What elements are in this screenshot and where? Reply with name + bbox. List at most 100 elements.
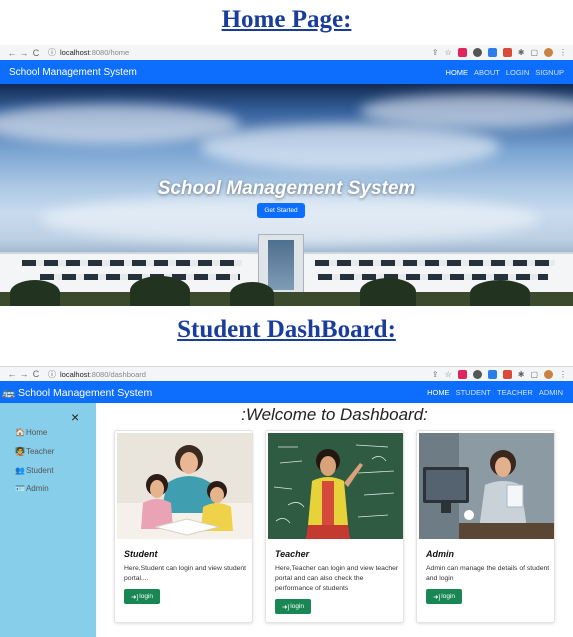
sidebar-item-label: Admin: [25, 484, 49, 493]
card-title: Admin: [426, 549, 454, 559]
hero-title: School Management System: [157, 178, 416, 199]
nav-link-student[interactable]: STUDENT: [456, 388, 491, 397]
puzzle-icon[interactable]: ✱: [518, 48, 525, 57]
navbar-brand[interactable]: School Management System: [9, 67, 137, 78]
palm-tree: [470, 280, 530, 306]
bus-icon: 🚌: [2, 386, 16, 399]
dashboard-heading: Student DashBoard:: [177, 316, 396, 343]
nav-link-signup[interactable]: SIGNUP: [535, 68, 564, 77]
nav-link-teacher[interactable]: TEACHER: [497, 388, 533, 397]
login-icon: ➜]: [131, 593, 139, 601]
palm-tree: [360, 278, 416, 306]
extension-icon[interactable]: [487, 369, 497, 379]
url-host: localhost: [60, 48, 90, 57]
sidebar-item-admin[interactable]: 🪪 Admin: [15, 484, 49, 493]
nav-link-login[interactable]: LOGIN: [506, 68, 529, 77]
extension-icon[interactable]: [472, 369, 482, 379]
extension-icon[interactable]: [487, 48, 497, 57]
sidebar: × 🏠 Home 🧑‍🏫 Teacher 👥 Student 🪪 Admin: [0, 403, 96, 637]
reload-icon[interactable]: C: [30, 369, 42, 379]
extension-icon[interactable]: [457, 369, 467, 379]
id-card-icon: 🪪: [15, 484, 25, 493]
navbar-brand-label: School Management System: [18, 386, 153, 399]
forward-icon[interactable]: →: [18, 48, 30, 58]
menu-dots-icon[interactable]: ⋮: [559, 370, 567, 379]
extension-icon[interactable]: [502, 48, 512, 57]
navbar-brand[interactable]: 🚌 School Management System: [2, 386, 152, 399]
extension-icon[interactable]: [502, 369, 512, 379]
menu-dots-icon[interactable]: ⋮: [559, 48, 567, 57]
bookmark-star-icon[interactable]: ☆: [445, 48, 452, 57]
card-title: Student: [124, 549, 158, 559]
extension-icon[interactable]: [457, 48, 467, 57]
site-info-icon[interactable]: ⓘ: [48, 47, 56, 58]
welcome-heading: :Welcome to Dashboard:: [241, 405, 428, 424]
student-login-button[interactable]: ➜] login: [124, 589, 160, 604]
card-text: Here,Student can login and view student …: [124, 565, 247, 582]
share-icon[interactable]: ⇪: [432, 370, 439, 379]
admin-card-image: [419, 433, 554, 539]
tower-glass: [268, 240, 294, 290]
sidebar-item-student[interactable]: 👥 Student: [15, 466, 54, 475]
profile-avatar-icon[interactable]: [544, 369, 553, 379]
login-icon: ➜]: [282, 603, 290, 611]
sidebar-item-home[interactable]: 🏠 Home: [15, 428, 47, 437]
address-bar[interactable]: ⓘ localhost:8080/dashboard: [48, 369, 146, 380]
sidebar-item-label: Student: [25, 466, 54, 475]
sidepanel-icon[interactable]: ▢: [530, 370, 538, 379]
card-title: Teacher: [275, 549, 310, 559]
sidepanel-icon[interactable]: ▢: [530, 48, 538, 57]
teacher-card-image: [268, 433, 403, 539]
login-label: login: [139, 593, 153, 600]
users-icon: 👥: [15, 466, 25, 475]
palm-tree: [130, 276, 190, 306]
share-icon[interactable]: ⇪: [432, 48, 439, 57]
student-card-image: [117, 433, 252, 539]
puzzle-icon[interactable]: ✱: [518, 370, 525, 379]
back-icon[interactable]: ←: [6, 48, 18, 58]
profile-avatar-icon[interactable]: [544, 48, 553, 57]
close-icon[interactable]: ×: [71, 409, 79, 425]
building-wing: [300, 252, 573, 292]
home-navbar: School Management System HOME ABOUT LOGI…: [0, 60, 573, 84]
nav-link-home[interactable]: HOME: [446, 68, 469, 77]
browser-toolbar: ← → C ⓘ localhost:8080/dashboard ⇪ ☆ ✱ ▢…: [0, 366, 573, 381]
url-path: :8080/dashboard: [89, 369, 146, 379]
sidebar-item-label: Teacher: [25, 447, 55, 456]
admin-login-button[interactable]: ➜] login: [426, 589, 462, 604]
dashboard-navbar: 🚌 School Management System HOME STUDENT …: [0, 381, 573, 403]
window-row: [22, 260, 242, 266]
navbar-links: HOME STUDENT TEACHER ADMIN: [427, 388, 571, 397]
nav-link-about[interactable]: ABOUT: [474, 68, 500, 77]
login-icon: ➜]: [433, 593, 441, 601]
teacher-card: Teacher Here,Teacher can login and view …: [265, 430, 404, 623]
address-bar[interactable]: ⓘ localhost:8080/home: [48, 47, 129, 58]
extension-icon[interactable]: [472, 48, 482, 57]
bookmark-star-icon[interactable]: ☆: [445, 370, 452, 379]
sidebar-item-label: Home: [25, 428, 48, 437]
hero-banner: School Management System Get Started: [0, 84, 573, 306]
navbar-links: HOME ABOUT LOGIN SIGNUP: [446, 68, 564, 77]
palm-tree: [10, 280, 60, 306]
login-label: login: [290, 603, 304, 610]
extensions-bar: ⇪ ☆ ✱ ▢ ⋮: [432, 369, 567, 379]
browser-toolbar: ← → C ⓘ localhost:8080/home ⇪ ☆ ✱ ▢ ⋮: [0, 45, 573, 60]
admin-card: Admin Admin can manage the details of st…: [416, 430, 555, 623]
forward-icon[interactable]: →: [18, 369, 30, 379]
sidebar-item-teacher[interactable]: 🧑‍🏫 Teacher: [15, 447, 54, 456]
reload-icon[interactable]: C: [30, 48, 42, 58]
url-path: :8080/home: [89, 48, 130, 57]
nav-link-admin[interactable]: ADMIN: [539, 388, 563, 397]
card-text: Admin can manage the details of student …: [426, 565, 550, 582]
site-info-icon[interactable]: ⓘ: [48, 369, 56, 380]
url-host: localhost: [60, 369, 90, 379]
cloud-shape: [0, 104, 240, 144]
back-icon[interactable]: ←: [6, 369, 18, 379]
cloud-shape: [360, 94, 573, 128]
get-started-button[interactable]: Get Started: [257, 203, 305, 218]
extensions-bar: ⇪ ☆ ✱ ▢ ⋮: [432, 48, 567, 57]
nav-link-home[interactable]: HOME: [427, 388, 450, 397]
window-row: [318, 274, 548, 280]
window-row: [315, 260, 555, 266]
teacher-login-button[interactable]: ➜] login: [275, 599, 311, 614]
